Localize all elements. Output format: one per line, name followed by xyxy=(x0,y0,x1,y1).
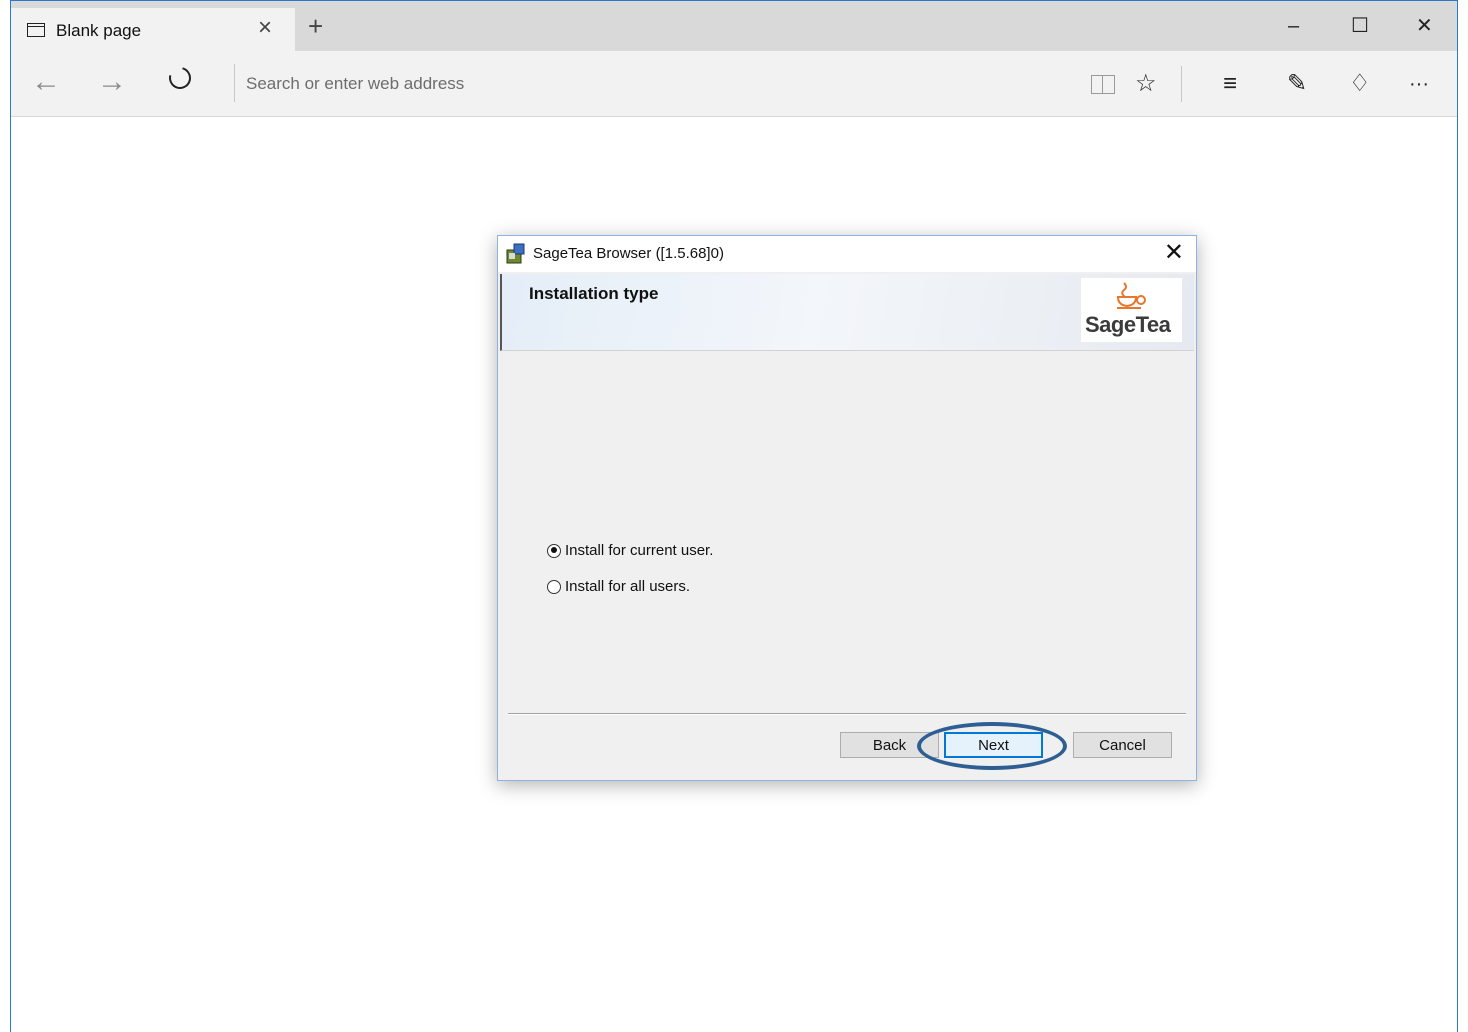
dialog-close-icon[interactable]: ✕ xyxy=(1164,238,1184,268)
tab-bar: Blank page × + – ☐ ✕ xyxy=(11,1,1457,51)
tab-blank-page[interactable]: Blank page × xyxy=(11,8,295,51)
maximize-icon[interactable]: ☐ xyxy=(1351,11,1369,41)
installer-icon xyxy=(506,243,525,264)
banner-title: Installation type xyxy=(529,284,659,303)
minimize-icon[interactable]: – xyxy=(1288,11,1299,41)
radio-label[interactable]: Install for current user. xyxy=(565,542,713,559)
dialog-separator xyxy=(508,713,1186,715)
option-all-users[interactable]: Install for all users. xyxy=(547,578,690,595)
address-toolbar: ← → ☆ ≡ ✎ ♢ ··· xyxy=(11,51,1457,117)
page-icon xyxy=(27,23,45,37)
back-button[interactable]: Back xyxy=(840,732,939,758)
dialog-banner: Installation type SageTea xyxy=(500,274,1194,351)
plus-icon[interactable]: + xyxy=(308,12,323,40)
divider xyxy=(1181,66,1182,102)
divider xyxy=(234,64,235,102)
dialog-titlebar: SageTea Browser ([1.5.68]0) ✕ xyxy=(498,236,1196,272)
address-input[interactable] xyxy=(244,69,1008,99)
refresh-icon[interactable] xyxy=(164,62,196,94)
installer-dialog: SageTea Browser ([1.5.68]0) ✕ Installati… xyxy=(497,235,1197,781)
reading-view-icon[interactable] xyxy=(1091,75,1115,94)
teacup-icon xyxy=(1116,282,1146,309)
radio-button[interactable] xyxy=(547,579,561,594)
forward-arrow-icon[interactable]: → xyxy=(97,65,127,99)
logo-text: SageTea xyxy=(1085,312,1171,337)
option-current-user[interactable]: Install for current user. xyxy=(547,542,713,559)
dialog-title: SageTea Browser ([1.5.68]0) xyxy=(533,245,724,262)
cancel-button[interactable]: Cancel xyxy=(1073,732,1172,758)
favorite-star-icon[interactable]: ☆ xyxy=(1135,69,1157,99)
sagetea-logo: SageTea xyxy=(1081,278,1182,342)
close-tab-icon[interactable]: × xyxy=(258,14,272,42)
next-button[interactable]: Next xyxy=(944,732,1043,758)
close-window-icon[interactable]: ✕ xyxy=(1416,11,1433,41)
radio-label[interactable]: Install for all users. xyxy=(565,578,690,595)
radio-button-selected[interactable] xyxy=(547,543,561,558)
more-icon[interactable]: ··· xyxy=(1409,69,1429,99)
hub-icon[interactable]: ≡ xyxy=(1223,69,1237,99)
tab-title: Blank page xyxy=(56,21,142,40)
share-icon[interactable]: ♢ xyxy=(1349,69,1371,99)
web-note-icon[interactable]: ✎ xyxy=(1287,69,1307,99)
back-arrow-icon[interactable]: ← xyxy=(31,65,61,99)
